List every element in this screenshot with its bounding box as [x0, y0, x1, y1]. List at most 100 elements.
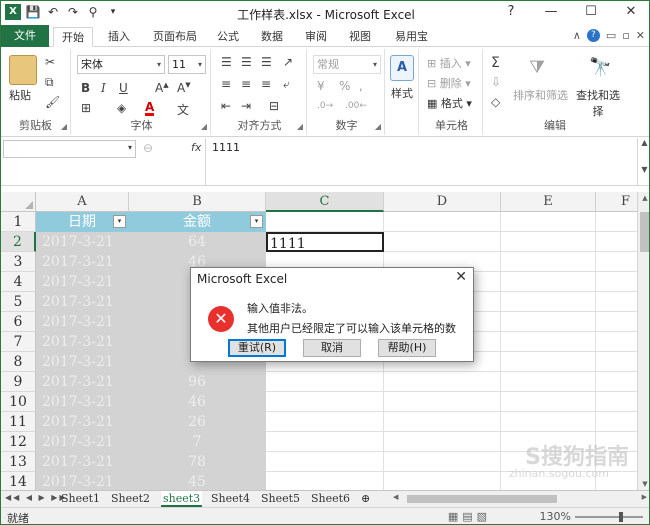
doc-minimize-icon[interactable]: ▫ — [622, 29, 629, 42]
cell-a7[interactable]: 2017-3-21 — [36, 332, 129, 352]
cell-a3[interactable]: 2017-3-21 — [36, 252, 129, 272]
minimize-icon[interactable]: — — [531, 1, 571, 25]
cell-b12[interactable]: 7 — [129, 432, 266, 452]
vertical-scrollbar[interactable]: ▲ ▼ — [637, 192, 649, 490]
formula-input[interactable]: 1111 — [205, 138, 635, 186]
cell-d12[interactable] — [384, 432, 501, 452]
function-button-icon[interactable]: ⊖ — [143, 141, 153, 155]
sheet-tab-4[interactable]: Sheet4 — [211, 491, 250, 507]
cell-a9[interactable]: 2017-3-21 — [36, 372, 129, 392]
cell-b14[interactable]: 45 — [129, 472, 266, 490]
font-color-icon[interactable]: A — [145, 101, 155, 116]
select-all-corner[interactable] — [1, 192, 36, 212]
format-cells-button[interactable]: ▦ 格式 ▾ — [427, 95, 472, 111]
font-shrink-icon[interactable]: A▼ — [177, 81, 191, 95]
cell-f8[interactable] — [596, 352, 637, 372]
cell-c14[interactable] — [266, 472, 384, 490]
row-header-4[interactable]: 4 — [1, 272, 36, 292]
cell-a5[interactable]: 2017-3-21 — [36, 292, 129, 312]
sheet-tab-6[interactable]: Sheet6 — [311, 491, 350, 507]
cell-b13[interactable]: 78 — [129, 452, 266, 472]
help-icon[interactable]: ? — [586, 29, 600, 42]
vertical-scroll-thumb[interactable] — [640, 212, 649, 252]
column-header-f[interactable]: F — [596, 192, 637, 212]
scroll-right-icon[interactable]: ▶ — [642, 493, 647, 501]
cell-e6[interactable] — [501, 312, 596, 332]
maximize-icon[interactable]: ☐ — [571, 1, 611, 25]
cell-f9[interactable] — [596, 372, 637, 392]
tab-insert[interactable]: 插入 — [108, 27, 130, 47]
tab-formulas[interactable]: 公式 — [217, 27, 239, 47]
copy-icon[interactable]: ⧉ — [45, 75, 54, 90]
row-header-8[interactable]: 8 — [1, 352, 36, 372]
font-grow-icon[interactable]: A▲ — [155, 81, 169, 95]
bold-icon[interactable]: B — [81, 81, 90, 95]
tab-review[interactable]: 审阅 — [305, 27, 327, 47]
row-header-12[interactable]: 12 — [1, 432, 36, 452]
cell-e8[interactable] — [501, 352, 596, 372]
borders-icon[interactable]: ⊞ — [81, 101, 91, 115]
cell-e7[interactable] — [501, 332, 596, 352]
sort-filter-icon[interactable]: ⧩ — [529, 57, 545, 78]
sheet-tab-3[interactable]: sheet3 — [161, 491, 203, 507]
filter-dropdown-icon[interactable]: ▾ — [113, 215, 126, 228]
cell-c10[interactable] — [266, 392, 384, 412]
row-header-11[interactable]: 11 — [1, 412, 36, 432]
tab-data[interactable]: 数据 — [261, 27, 283, 47]
paste-icon[interactable] — [9, 55, 37, 85]
restore-icon[interactable]: ▭ — [606, 29, 616, 42]
cell-d2[interactable] — [384, 232, 501, 252]
cell-f11[interactable] — [596, 412, 637, 432]
currency-icon[interactable]: ¥ — [317, 79, 325, 93]
clear-icon[interactable]: ◇ — [491, 95, 500, 109]
cell-c1[interactable] — [266, 212, 384, 232]
help-window-icon[interactable]: ? — [491, 1, 531, 25]
insert-cells-button[interactable]: ⊞ 插入 ▾ — [427, 55, 471, 71]
tab-page-layout[interactable]: 页面布局 — [153, 27, 197, 47]
scroll-down-icon[interactable]: ▼ — [638, 480, 649, 488]
decrease-indent-icon[interactable]: ⇤ — [221, 99, 231, 113]
zoom-slider[interactable] — [575, 512, 643, 522]
dialog-close-icon[interactable]: ✕ — [455, 269, 467, 285]
scroll-up-icon[interactable]: ▲ — [638, 194, 649, 202]
cell-a8[interactable]: 2017-3-21 — [36, 352, 129, 372]
cell-e1[interactable] — [501, 212, 596, 232]
cell-e4[interactable] — [501, 272, 596, 292]
paste-button[interactable]: 粘贴 — [9, 87, 31, 103]
help-button[interactable]: 帮助(H) — [378, 339, 436, 357]
font-size-combo[interactable]: 11 ▾ — [168, 55, 206, 74]
align-top-icon[interactable]: ☰ — [221, 55, 232, 69]
insert-function-icon[interactable]: fx — [191, 141, 201, 154]
clipboard-launcher-icon[interactable]: ◢ — [61, 122, 67, 131]
format-painter-icon[interactable]: 🖌 — [45, 95, 60, 109]
cell-f5[interactable] — [596, 292, 637, 312]
cell-b10[interactable]: 46 — [129, 392, 266, 412]
phonetic-icon[interactable]: 文 — [177, 101, 189, 118]
cancel-button[interactable]: 取消 — [303, 339, 361, 357]
cell-c13[interactable] — [266, 452, 384, 472]
align-left-icon[interactable]: ≡ — [221, 77, 231, 91]
find-select-button[interactable]: 查找和选择 — [571, 87, 625, 119]
cell-b9[interactable]: 96 — [129, 372, 266, 392]
fill-color-icon[interactable]: ◈ — [117, 101, 126, 115]
cell-a2[interactable]: 2017-3-21 — [36, 232, 129, 252]
cell-f7[interactable] — [596, 332, 637, 352]
zoom-level[interactable]: 130% — [540, 510, 571, 523]
new-sheet-icon[interactable]: ⊕ — [361, 491, 370, 507]
cell-d13[interactable] — [384, 452, 501, 472]
decrease-decimal-icon[interactable]: .00← — [345, 101, 367, 111]
column-header-c[interactable]: C — [266, 192, 384, 212]
view-buttons[interactable]: ▦▤▧ — [448, 510, 491, 523]
underline-icon[interactable]: U — [119, 81, 128, 95]
cell-c12[interactable] — [266, 432, 384, 452]
cell-a6[interactable]: 2017-3-21 — [36, 312, 129, 332]
align-middle-icon[interactable]: ☰ — [241, 55, 252, 69]
column-header-b[interactable]: B — [129, 192, 266, 212]
cell-f2[interactable] — [596, 232, 637, 252]
cell-d1[interactable] — [384, 212, 501, 232]
cell-d10[interactable] — [384, 392, 501, 412]
delete-cells-button[interactable]: ⊟ 删除 ▾ — [427, 75, 471, 91]
comma-icon[interactable]: , — [359, 79, 363, 93]
zoom-slider-knob[interactable] — [619, 512, 623, 522]
sheet-tab-2[interactable]: Sheet2 — [111, 491, 150, 507]
